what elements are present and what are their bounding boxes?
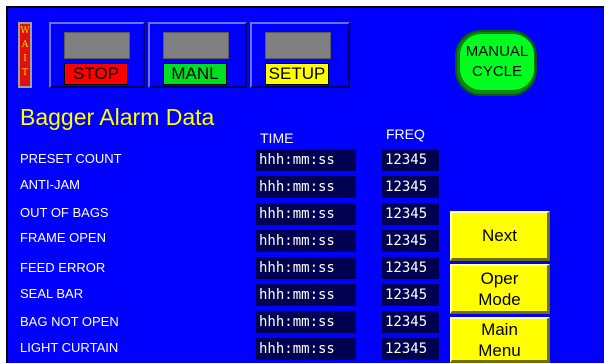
wait-indicator: W A I T (18, 22, 32, 88)
manual-cycle-face: MANUAL CYCLE (459, 33, 535, 91)
alarm-label: OUT OF BAGS (20, 205, 109, 220)
alarm-freq: 12345 (382, 311, 439, 333)
setup-label: SETUP (265, 63, 329, 85)
alarm-label: FEED ERROR (20, 260, 106, 275)
alarm-label: PRESET COUNT (20, 151, 122, 166)
main-menu-line2: Menu (478, 340, 521, 360)
alarm-time: hhh:mm:ss (256, 230, 356, 252)
wait-letter: I (23, 54, 27, 64)
stop-status-lamp (64, 32, 130, 59)
alarm-freq: 12345 (382, 149, 439, 171)
wait-letter: T (21, 68, 28, 78)
wait-letter: A (21, 40, 29, 50)
alarm-time: hhh:mm:ss (256, 149, 356, 171)
main-menu-button[interactable]: Main Menu (450, 317, 550, 363)
alarm-freq: 12345 (382, 284, 439, 306)
main-menu-line1: Main (481, 319, 518, 339)
stop-label: STOP (64, 63, 128, 85)
manual-cycle-button[interactable]: MANUAL CYCLE (455, 30, 537, 96)
alarm-time: hhh:mm:ss (256, 338, 356, 360)
alarm-freq: 12345 (382, 257, 439, 279)
manual-status-lamp (163, 32, 229, 59)
hmi-panel: W A I T STOP MANL SETUP MANUAL CYCLE Bag… (6, 6, 604, 363)
alarm-label: ANTI-JAM (20, 177, 80, 192)
manual-mode-button[interactable]: MANL (148, 22, 247, 88)
alarm-label: FRAME OPEN (20, 230, 106, 245)
setup-status-lamp (265, 32, 331, 59)
oper-mode-line1: Oper (480, 268, 519, 288)
next-label: Next (482, 226, 517, 245)
oper-mode-button[interactable]: Oper Mode (450, 264, 550, 314)
time-column-header: TIME (260, 130, 294, 146)
alarm-freq: 12345 (382, 338, 439, 360)
alarm-label: LIGHT CURTAIN (20, 340, 119, 355)
alarm-time: hhh:mm:ss (256, 284, 356, 306)
alarm-time: hhh:mm:ss (256, 257, 356, 279)
alarm-freq: 12345 (382, 230, 439, 252)
wait-letter: W (20, 26, 30, 36)
alarm-label: BAG NOT OPEN (20, 314, 119, 329)
alarm-time: hhh:mm:ss (256, 311, 356, 333)
page-title: Bagger Alarm Data (20, 104, 215, 130)
hmi-screen: W A I T STOP MANL SETUP MANUAL CYCLE Bag… (0, 0, 611, 364)
alarm-freq: 12345 (382, 176, 439, 198)
next-button[interactable]: Next (450, 211, 550, 261)
alarm-time: hhh:mm:ss (256, 176, 356, 198)
setup-button[interactable]: SETUP (250, 22, 350, 88)
manual-cycle-line1: MANUAL (465, 43, 529, 60)
freq-column-header: FREQ (386, 126, 425, 142)
manual-mode-label: MANL (163, 63, 227, 85)
alarm-label: SEAL BAR (20, 286, 84, 301)
manual-cycle-line2: CYCLE (471, 63, 523, 80)
alarm-time: hhh:mm:ss (256, 203, 356, 225)
alarm-freq: 12345 (382, 203, 439, 225)
stop-button[interactable]: STOP (49, 22, 145, 88)
oper-mode-line2: Mode (478, 289, 521, 309)
